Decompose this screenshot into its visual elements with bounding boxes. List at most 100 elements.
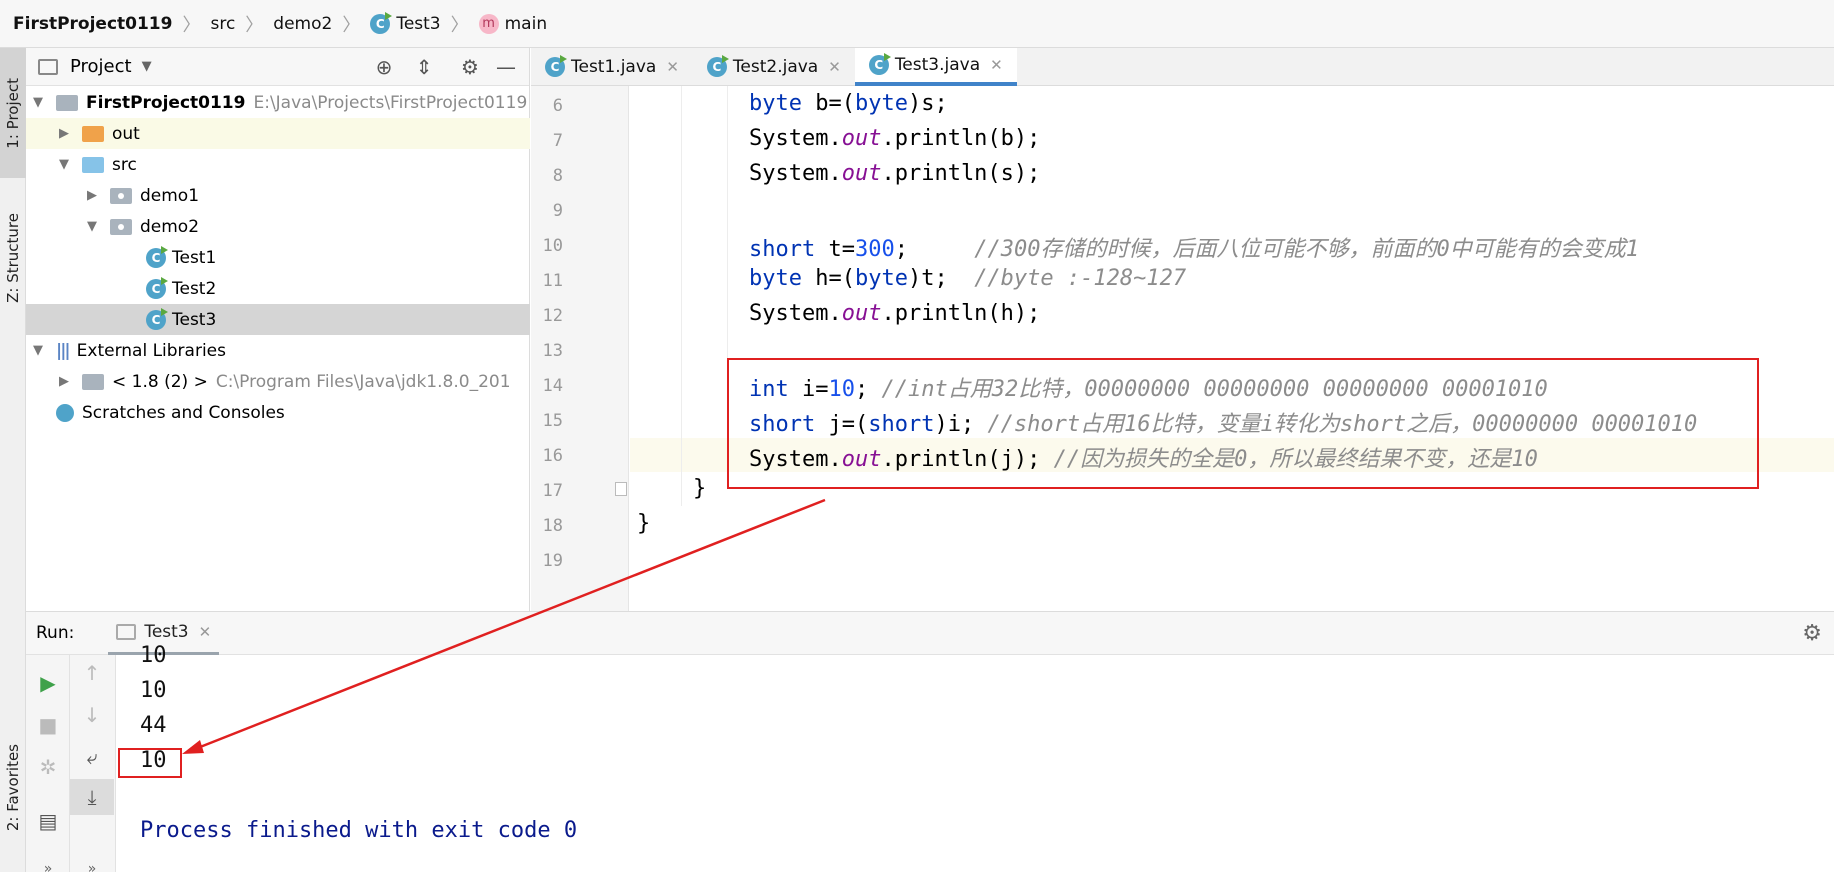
run-label: Run: [36,623,75,643]
run-console: ▶ ■ ✲ ▤ » ↑ ↓ ⤶ ⤓ » 10 10 44 10 Process … [26,643,1834,877]
class-icon: C [146,245,168,268]
breadcrumb-method[interactable]: main [505,14,547,34]
line-number: 18 [542,516,563,536]
expand-arrow-icon[interactable]: ▼ [82,219,102,234]
collapse-all-icon[interactable]: ⇕ [409,52,439,82]
expand-arrow-icon[interactable]: ▼ [54,157,74,172]
console-output-line: 10 [140,678,167,703]
indent-guide [681,86,682,506]
close-icon[interactable]: ✕ [199,623,212,641]
chevron-right-icon: 〉 [245,14,264,36]
project-view-title[interactable]: Project [70,56,132,77]
tree-item-jdk[interactable]: ▶ < 1.8 (2) > C:\Program Files\Java\jdk1… [26,366,530,397]
class-icon: C [545,55,567,77]
tree-item-test1[interactable]: C Test1 [26,242,530,273]
tab-test2[interactable]: C Test2.java ✕ [693,48,855,86]
chevron-down-icon[interactable]: ▼ [142,59,152,74]
run-toolbar-secondary: ↑ ↓ ⤶ ⤓ » [70,655,116,877]
code-line-6: byte b=(byte)s; [749,91,948,116]
line-number-gutter: 6 7 8 9 10 11 12 13 14 15 16 17 18 19 [531,86,629,611]
tree-item-demo1[interactable]: ▶ demo1 [26,180,530,211]
folder-icon [82,125,104,142]
tree-item-demo2[interactable]: ▼ demo2 [26,211,530,242]
tree-item-scratches[interactable]: Scratches and Consoles [26,397,530,428]
arrow-up-icon[interactable]: ↑ [70,655,114,691]
class-icon: C [146,307,168,330]
package-icon [110,218,132,235]
line-number: 19 [542,551,563,571]
layout-icon[interactable]: ▤ [26,803,70,839]
tool-tab-favorites[interactable]: 2: Favorites [0,708,26,868]
code-line-10: short t=300; //300存储的时候，后面八位可能不够，前面的0中可能… [749,237,1639,262]
collapse-arrow-icon[interactable]: ▶ [54,126,74,141]
console-icon [116,623,137,640]
editor-tab-bar: C Test1.java ✕ C Test2.java ✕ C Test3.ja… [531,48,1834,86]
scroll-to-end-icon[interactable]: ⤓ [70,779,114,815]
expand-arrow-icon[interactable]: ▼ [28,343,48,358]
console-output-line: 44 [140,713,167,738]
fold-marker-icon[interactable] [615,482,627,496]
code-line-11: byte h=(byte)t; //byte :-128~127 [749,266,1187,291]
collapse-arrow-icon[interactable]: ▶ [54,374,74,389]
tree-item-src[interactable]: ▼ src [26,149,530,180]
line-number: 17 [542,481,563,501]
project-panel: Project ▼ ⊕ ⇕ ⚙ — ▼ FirstProject0119 E:\… [26,48,530,611]
run-panel-header: Run: Test3 ✕ ⚙ [26,611,1834,655]
breadcrumb-class[interactable]: Test3 [396,14,440,34]
chevron-right-icon: 〉 [450,14,469,36]
console-output-line: 10 [140,643,167,668]
collapse-arrow-icon[interactable]: ▶ [82,188,102,203]
module-icon [56,94,78,111]
left-tool-strip: 1: Project Z: Structure 2: Favorites [0,48,26,872]
line-number: 10 [542,236,563,256]
line-number: 12 [542,306,563,326]
tree-item-out[interactable]: ▶ out [26,118,530,149]
arrow-down-icon[interactable]: ↓ [70,697,114,733]
breadcrumb-src[interactable]: src [210,14,235,34]
close-icon[interactable]: ✕ [666,58,679,76]
run-toolbar-primary: ▶ ■ ✲ ▤ » [26,655,70,877]
locate-icon[interactable]: ⊕ [369,52,399,82]
code-line-8: System.out.println(s); [749,161,1041,186]
line-number: 9 [552,201,563,221]
code-line-18: } [637,511,651,536]
class-icon: C [706,55,729,77]
expand-arrow-icon[interactable]: ▼ [28,95,48,110]
tree-item-test3[interactable]: C Test3 [26,304,530,335]
project-panel-header: Project ▼ ⊕ ⇕ ⚙ — [26,48,529,86]
class-icon: C [868,53,891,75]
source-folder-icon [82,156,104,173]
jdk-folder-icon [82,373,104,390]
code-line-7: System.out.println(b); [749,126,1041,151]
close-icon[interactable]: ✕ [990,56,1003,74]
more-icon[interactable]: » [26,851,70,887]
minimize-icon[interactable]: — [491,52,521,82]
breadcrumb: FirstProject0119 〉 src 〉 demo2 〉 C Test3 〉 m m… [0,0,1834,48]
tab-test3[interactable]: C Test3.java ✕ [854,48,1017,86]
breadcrumb-project[interactable]: FirstProject0119 [13,14,172,34]
folder-icon [38,58,58,75]
class-icon: C [146,276,168,299]
tree-item-test2[interactable]: C Test2 [26,273,530,304]
tool-tab-structure[interactable]: Z: Structure [0,188,26,328]
package-icon [110,187,132,204]
close-icon[interactable]: ✕ [828,58,841,76]
more-icon[interactable]: » [70,851,114,887]
code-editor[interactable]: 6 7 8 9 10 11 12 13 14 15 16 17 18 19 by… [531,86,1834,611]
line-number: 7 [552,131,563,151]
gear-icon[interactable]: ⚙ [455,52,485,82]
line-number: 15 [542,411,563,431]
gear-icon[interactable]: ⚙ [1802,621,1822,646]
chevron-right-icon: 〉 [182,14,201,36]
line-number: 14 [542,376,563,396]
rerun-icon[interactable]: ▶ [26,665,70,701]
tool-tab-project[interactable]: 1: Project [0,48,26,178]
debug-bug-icon[interactable]: ✲ [26,749,70,785]
stop-icon[interactable]: ■ [26,707,70,743]
tab-test1[interactable]: C Test1.java ✕ [531,48,693,86]
scratches-icon [56,403,74,422]
tree-item-root[interactable]: ▼ FirstProject0119 E:\Java\Projects\Firs… [26,87,530,118]
soft-wrap-icon[interactable]: ⤶ [70,739,114,775]
tree-item-external-libraries[interactable]: ▼ ||| External Libraries [26,335,530,366]
breadcrumb-package[interactable]: demo2 [273,14,332,34]
